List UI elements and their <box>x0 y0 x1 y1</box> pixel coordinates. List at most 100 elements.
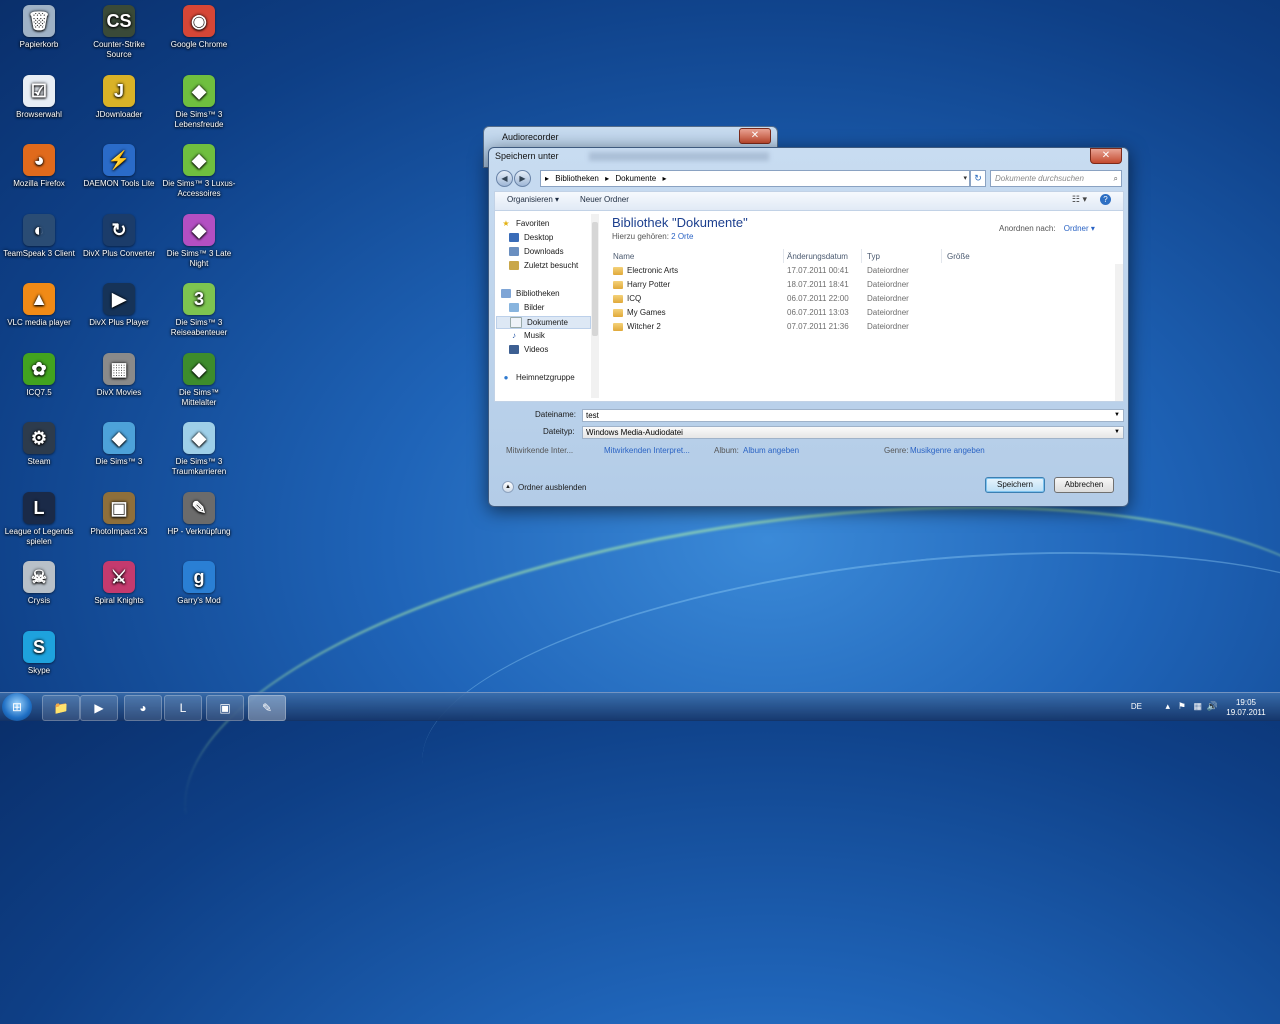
table-row[interactable]: Harry Potter 18.07.2011 18:41 Dateiordner <box>613 279 1113 292</box>
desktop-shortcut[interactable]: ☑ Browserwahl <box>2 74 76 120</box>
firefox-taskbar-icon[interactable]: ◕ <box>124 695 162 721</box>
audiorecorder-taskbar-icon[interactable]: ✎ <box>248 695 286 721</box>
view-options-icon[interactable]: ☷ ▾ <box>1072 194 1087 205</box>
nav-homegroup[interactable]: ● Heimnetzgruppe <box>501 373 575 382</box>
desktop-shortcut[interactable]: ▣ PhotoImpact X3 <box>82 491 156 537</box>
clock[interactable]: 19:05 19.07.2011 <box>1224 698 1268 718</box>
filetype-select[interactable]: Windows Media-Audiodatei ▼ <box>582 426 1124 439</box>
desktop-shortcut[interactable]: J JDownloader <box>82 74 156 120</box>
desktop-shortcut[interactable]: ◕ Mozilla Firefox <box>2 144 76 189</box>
hide-folders-toggle[interactable]: ▲ Ordner ausblenden <box>502 481 587 493</box>
desktop-shortcut[interactable]: ◆ Die Sims™ 3 Lebensfreude <box>162 74 236 130</box>
filename-input[interactable]: test ▼ <box>582 409 1124 422</box>
search-input[interactable]: Dokumente durchsuchen ⌕ <box>990 170 1122 187</box>
nav-desktop[interactable]: Desktop <box>509 233 553 242</box>
nav-scrollbar[interactable] <box>591 214 599 398</box>
nav-label: Videos <box>524 345 549 354</box>
arrange-by-dropdown[interactable]: Ordner ▾ <box>1064 224 1095 233</box>
desktop-shortcut[interactable]: ◆ Die Sims™ 3 Late Night <box>162 213 236 269</box>
cancel-button[interactable]: Abbrechen <box>1054 477 1114 493</box>
file-name: ICQ <box>627 294 642 303</box>
desktop-shortcut[interactable]: ↻ DivX Plus Converter <box>82 213 156 259</box>
nav-libraries[interactable]: Bibliotheken <box>501 289 560 298</box>
column-header-date[interactable]: Änderungsdatum <box>787 252 848 261</box>
network-icon[interactable]: ▦ <box>1193 701 1202 712</box>
scroll-thumb[interactable] <box>592 222 598 336</box>
column-header-size[interactable]: Größe <box>947 252 970 261</box>
media-player-taskbar-icon[interactable]: ▶ <box>80 695 118 721</box>
tray-arrow-icon[interactable]: ▴ <box>1165 701 1170 712</box>
audiorecorder-close-button[interactable]: ✕ <box>739 128 771 144</box>
save-as-dialog[interactable]: Speichern unter ✕ ◀ ▶ ▸ Bibliotheken ▸ D… <box>488 147 1129 507</box>
videos-icon <box>509 345 519 354</box>
desktop-shortcut-label: DivX Movies <box>96 387 142 397</box>
app-taskbar-icon[interactable]: ▣ <box>206 695 244 721</box>
desktop-shortcut[interactable]: ▲ VLC media player <box>2 283 76 328</box>
back-button[interactable]: ◀ <box>496 170 513 187</box>
column-header-name[interactable]: Name <box>613 252 634 261</box>
desktop-shortcut[interactable]: ◆ Die Sims™ 3 <box>82 422 156 467</box>
table-row[interactable]: My Games 06.07.2011 13:03 Dateiordner <box>613 307 1113 320</box>
nav-pictures[interactable]: Bilder <box>509 303 544 312</box>
file-name: Witcher 2 <box>627 322 661 331</box>
refresh-icon[interactable]: ↻ <box>970 170 986 187</box>
nav-label: Musik <box>524 331 545 340</box>
desktop-shortcut[interactable]: S Skype <box>2 630 76 676</box>
column-header-type[interactable]: Typ <box>867 252 880 261</box>
desktop-shortcut[interactable]: ◐ TeamSpeak 3 Client <box>2 213 76 259</box>
nav-favorites[interactable]: ★ Favoriten <box>501 219 549 228</box>
desktop-shortcut[interactable]: 🗑 Papierkorb <box>2 5 76 50</box>
search-icon[interactable]: ⌕ <box>1114 171 1118 186</box>
nav-documents[interactable]: Dokumente <box>496 316 591 329</box>
dialog-close-button[interactable]: ✕ <box>1090 148 1122 164</box>
list-scrollbar[interactable] <box>1115 264 1123 401</box>
desktop-shortcut[interactable]: ◉ Google Chrome <box>162 5 236 50</box>
desktop-shortcut[interactable]: ▦ DivX Movies <box>82 352 156 398</box>
start-button[interactable]: ⊞ <box>2 693 32 721</box>
artists-label: Mitwirkende Inter... <box>506 446 574 455</box>
nav-music[interactable]: ♪ Musik <box>509 331 545 340</box>
desktop-shortcut[interactable]: ✿ ICQ7.5 <box>2 352 76 398</box>
breadcrumb-dokumente[interactable]: Dokumente <box>615 174 656 183</box>
desktop-shortcut[interactable]: ▶ DivX Plus Player <box>82 283 156 328</box>
nav-downloads[interactable]: Downloads <box>509 247 564 256</box>
breadcrumb-bibliotheken[interactable]: Bibliotheken <box>555 174 599 183</box>
desktop-shortcut[interactable]: ✎ HP - Verknüpfung <box>162 491 236 537</box>
desktop-shortcut[interactable]: ⚔ Spiral Knights <box>82 561 156 606</box>
desktop-shortcut[interactable]: ⚙ Steam <box>2 422 76 467</box>
album-field[interactable]: Album angeben <box>743 446 799 455</box>
desktop-shortcut[interactable]: 3 Die Sims™ 3 Reiseabenteuer <box>162 283 236 338</box>
desktop-shortcut[interactable]: ☠ Crysis <box>2 561 76 606</box>
table-row[interactable]: Witcher 2 07.07.2011 21:36 Dateiordner <box>613 321 1113 334</box>
nav-videos[interactable]: Videos <box>509 345 548 354</box>
explorer-taskbar-icon[interactable]: 📁 <box>42 695 80 721</box>
new-folder-button[interactable]: Neuer Ordner <box>580 195 629 204</box>
address-bar[interactable]: ▸ Bibliotheken ▸ Dokumente ▸ ▾ <box>540 170 970 187</box>
desktop-shortcut[interactable]: g Garry's Mod <box>162 561 236 606</box>
address-dropdown-icon[interactable]: ▾ <box>963 171 967 186</box>
chrome-icon: ◉ <box>183 5 215 37</box>
forward-button[interactable]: ▶ <box>514 170 531 187</box>
column-separator <box>861 249 862 263</box>
action-center-icon[interactable]: ⚑ <box>1178 701 1186 712</box>
filename-dropdown-icon[interactable]: ▼ <box>1114 410 1120 421</box>
desktop-shortcut[interactable]: ⚡ DAEMON Tools Lite <box>82 144 156 189</box>
language-indicator[interactable]: DE <box>1131 702 1142 711</box>
filetype-dropdown-icon[interactable]: ▼ <box>1114 427 1120 438</box>
desktop-shortcut[interactable]: ◆ Die Sims™ 3 Traumkarrieren <box>162 422 236 477</box>
table-row[interactable]: ICQ 06.07.2011 22:00 Dateiordner <box>613 293 1113 306</box>
help-icon[interactable]: ? <box>1100 194 1111 205</box>
desktop-shortcut[interactable]: ◆ Die Sims™ 3 Luxus-Accessoires <box>162 144 236 199</box>
artists-field[interactable]: Mitwirkenden Interpret... <box>604 446 690 455</box>
nav-recent[interactable]: Zuletzt besucht <box>509 261 578 270</box>
volume-icon[interactable]: 🔊 <box>1207 701 1218 712</box>
table-row[interactable]: Electronic Arts 17.07.2011 00:41 Dateiordn… <box>613 265 1113 278</box>
organize-button[interactable]: Organisieren ▾ <box>507 195 559 204</box>
desktop-shortcut[interactable]: ◆ Die Sims™ Mittelalter <box>162 352 236 408</box>
league-of-legends-taskbar-icon[interactable]: L <box>164 695 202 721</box>
desktop-shortcut[interactable]: L League of Legends spielen <box>2 491 76 547</box>
library-locations-link[interactable]: 2 Orte <box>671 232 693 241</box>
save-button[interactable]: Speichern <box>985 477 1045 493</box>
desktop-shortcut[interactable]: CS Counter-Strike Source <box>82 5 156 60</box>
genre-field[interactable]: Musikgenre angeben <box>910 446 985 455</box>
